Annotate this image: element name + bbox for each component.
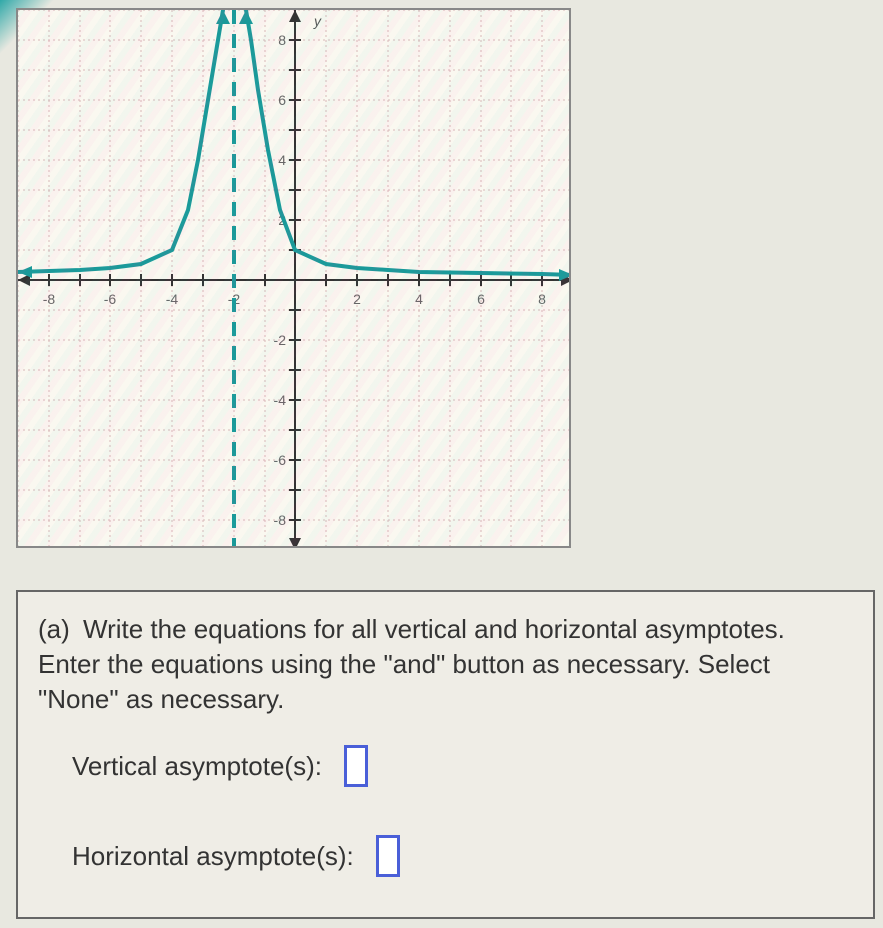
curve-arrow-left-up-icon (216, 10, 230, 24)
ytick-n6: -6 (274, 452, 287, 468)
ytick-n4: -4 (274, 392, 287, 408)
curve-arrow-left-end-icon (18, 266, 32, 278)
xtick-p6: 6 (477, 291, 485, 307)
vertical-asymptote-input[interactable] (344, 745, 368, 787)
horizontal-asymptote-row: Horizontal asymptote(s): (72, 835, 853, 877)
xtick-n4: -4 (166, 291, 179, 307)
horizontal-asymptote-input[interactable] (376, 835, 400, 877)
part-label: (a) (38, 612, 70, 647)
graph-svg: -8 -6 -4 -2 2 4 6 8 8 6 4 2 -2 -4 -6 -8 … (18, 10, 571, 548)
ytick-n2: -2 (274, 332, 287, 348)
y-arrow-down-icon (289, 538, 301, 548)
xtick-n8: -8 (43, 291, 56, 307)
prompt-text: Write the equations for all vertical and… (38, 614, 785, 714)
y-arrow-up-icon (289, 10, 301, 22)
xtick-p8: 8 (538, 291, 546, 307)
curve-arrow-right-up-icon (239, 10, 253, 24)
ytick-n8: -8 (274, 512, 287, 528)
xtick-p4: 4 (415, 291, 423, 307)
horizontal-asymptote-label: Horizontal asymptote(s): (72, 839, 354, 874)
vertical-asymptote-row: Vertical asymptote(s): (72, 745, 853, 787)
ytick-p4: 4 (278, 152, 286, 168)
question-prompt: (a) Write the equations for all vertical… (38, 612, 853, 717)
xtick-n6: -6 (104, 291, 117, 307)
ytick-p6: 6 (278, 92, 286, 108)
ytick-p8: 8 (278, 32, 286, 48)
asymptote-graph: -8 -6 -4 -2 2 4 6 8 8 6 4 2 -2 -4 -6 -8 … (16, 8, 571, 548)
y-axis-label: y (313, 13, 322, 29)
question-panel: (a) Write the equations for all vertical… (16, 590, 875, 919)
vertical-asymptote-label: Vertical asymptote(s): (72, 749, 322, 784)
xtick-p2: 2 (353, 291, 361, 307)
